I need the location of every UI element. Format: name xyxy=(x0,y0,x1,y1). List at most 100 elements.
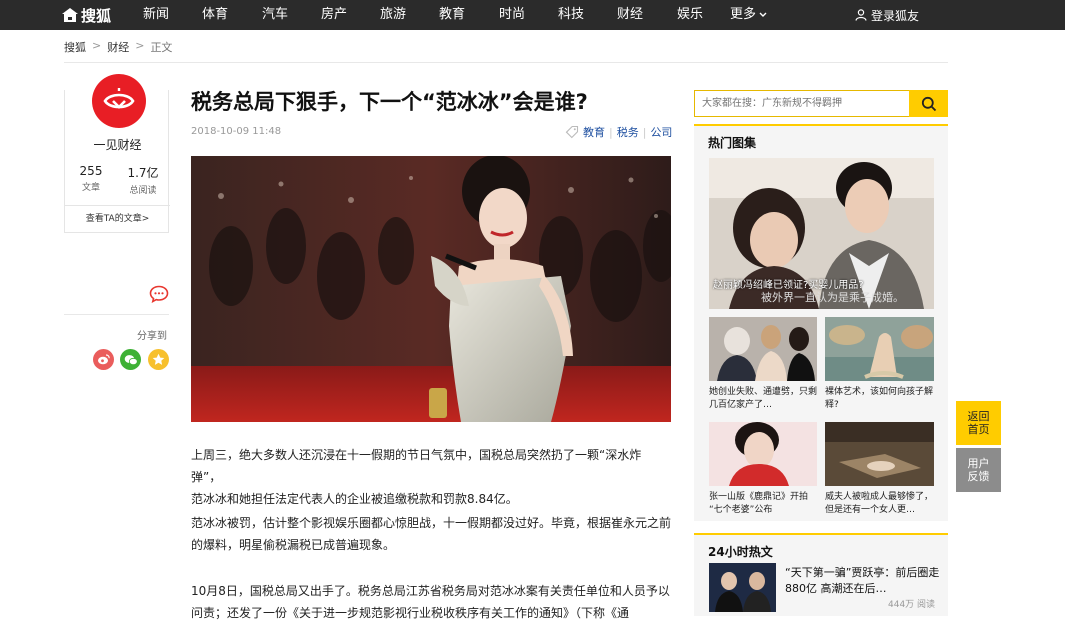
breadcrumb-separator: > xyxy=(92,39,102,52)
gallery-featured[interactable]: 赵丽颖冯绍峰已领证?买婴儿用品? 被外界一直认为是乘子成婚。 xyxy=(709,158,934,309)
hot-article-thumbnail[interactable] xyxy=(709,563,776,612)
tag-link[interactable]: 教育 xyxy=(583,124,605,140)
hot-gallery-title: 热门图集 xyxy=(708,136,757,150)
paragraph-line: 范冰冰被罚，估计整个影视娱乐圈都心惊胆战，十一假期都没过好。毕竟，根据崔永元之前 xyxy=(191,516,672,530)
article-tags: 教育 | 税务 | 公司 xyxy=(565,124,672,140)
article-paragraph: 10月8日，国税总局又出手了。税务总局江苏省税务局对范冰冰案有关责任单位和人员予… xyxy=(191,580,671,624)
view-author-articles-link[interactable]: 查看TA的文章> xyxy=(65,205,170,233)
comment-button[interactable] xyxy=(149,285,169,307)
caption-line: “七个老婆”公布 xyxy=(709,505,773,515)
back-to-home-label: 返回 首页 xyxy=(968,410,990,436)
share-weibo-button[interactable] xyxy=(93,349,114,370)
gallery-item-caption[interactable]: 威夫人被啦成人最够惨了， 但是还有一个女人更… xyxy=(825,491,935,517)
tag-link[interactable]: 税务 xyxy=(617,124,639,140)
gallery-item-caption[interactable]: 裸体艺术，该如何向孩子解 释? xyxy=(825,386,935,412)
divider xyxy=(64,62,948,63)
hot-article-reads: 444万 阅读 xyxy=(888,600,936,610)
paragraph-line: 问责；还发了一份《关于进一步规范影视行业税收秩序有关工作的通知》（下称《通 xyxy=(191,606,630,620)
avatar[interactable] xyxy=(92,74,146,128)
breadcrumb-current: 正文 xyxy=(150,41,173,54)
nav-item-news[interactable]: 新闻 xyxy=(143,0,169,30)
login-label: 登录狐友 xyxy=(871,8,920,23)
nav-item-more[interactable]: 更多 xyxy=(730,0,767,30)
eye-logo-icon xyxy=(103,88,135,109)
gallery-item-caption[interactable]: 她创业失败、通遭劈，只剩 几百亿家产了… xyxy=(709,386,819,412)
article-count-value: 255 xyxy=(79,164,103,178)
gallery-item[interactable] xyxy=(709,317,817,381)
nav-item-auto[interactable]: 汽车 xyxy=(262,0,288,30)
back-to-home-button[interactable]: 返回 首页 xyxy=(956,401,1001,445)
label-line: 首页 xyxy=(967,423,990,436)
gallery-item-image xyxy=(825,422,934,486)
login-link[interactable]: 登录狐友 xyxy=(855,0,919,30)
article-paragraph: 范冰冰被罚，估计整个影视娱乐圈都心惊胆战，十一假期都没过好。毕竟，根据崔永元之前… xyxy=(191,512,671,556)
share-label: 分享到 xyxy=(137,331,167,342)
author-name[interactable]: 一见财经 xyxy=(65,136,170,153)
title-line: 880亿 高潮还在后… xyxy=(785,582,887,595)
label-line: 用户 xyxy=(967,457,990,470)
label-line: 返回 xyxy=(967,410,990,423)
nav-more-label: 更多 xyxy=(730,7,757,22)
caption-line: 裸体艺术，该如何向孩子解 xyxy=(825,387,934,397)
article-paragraph: 上周三，绝大多数人还沉浸在十一假期的节日气氛中，国税总局突然扔了一颗“深水炸弹”… xyxy=(191,444,671,510)
tag-separator: | xyxy=(609,125,613,139)
caption-line: 她创业失败、通遭劈，只剩 xyxy=(709,387,818,397)
caption-line: 但是还有一个女人更… xyxy=(825,505,916,515)
gallery-item-image xyxy=(709,422,817,486)
article-title: 税务总局下狠手，下一个“范冰冰”会是谁? xyxy=(191,90,588,114)
feedback-button[interactable]: 用户 反馈 xyxy=(956,448,1001,492)
divider xyxy=(64,314,169,315)
hot-article-title[interactable]: “天下第一骗”贾跃亭：前后圈走 880亿 高潮还在后… xyxy=(785,565,945,597)
breadcrumb-finance[interactable]: 财经 xyxy=(107,39,129,55)
top-navigation: 搜狐 新闻 体育 汽车 房产 旅游 教育 时尚 科技 财经 娱乐 更多 登录狐友 xyxy=(0,0,1065,30)
logo-text: 搜狐 xyxy=(81,6,112,25)
nav-item-tech[interactable]: 科技 xyxy=(558,0,584,30)
gallery-item[interactable] xyxy=(825,317,934,381)
nav-item-finance[interactable]: 财经 xyxy=(617,0,643,30)
paragraph-line: 10月8日，国税总局又出手了。税务总局江苏省税务局对范冰冰案有关责任单位和人员予… xyxy=(191,584,670,598)
gallery-item-image xyxy=(825,317,934,381)
nav-item-sports[interactable]: 体育 xyxy=(202,0,228,30)
tag-separator: | xyxy=(642,125,647,139)
tag-link[interactable]: 公司 xyxy=(650,124,672,140)
caption-line: 释? xyxy=(825,400,839,410)
hot-gallery-panel: 热门图集 赵丽颖冯绍峰已领证?买婴儿用品? 被外界一直认为是乘子成婚。 她创业失… xyxy=(694,124,948,521)
article-photo xyxy=(191,156,671,422)
wechat-icon xyxy=(124,354,138,365)
qzone-icon xyxy=(152,353,165,365)
nav-item-travel[interactable]: 旅游 xyxy=(380,0,406,30)
sohu-logo-icon xyxy=(62,8,78,22)
paragraph-line: 的爆料，明星偷税漏税已成普遍现象。 xyxy=(191,538,396,552)
nav-item-education[interactable]: 教育 xyxy=(439,0,465,30)
view-count-value: 1.7亿 xyxy=(127,166,159,180)
gallery-item-caption[interactable]: 张一山版《鹿鼎记》开拍 “七个老婆”公布 xyxy=(709,491,819,517)
share-wechat-button[interactable] xyxy=(120,349,141,370)
nav-item-realestate[interactable]: 房产 xyxy=(321,0,347,30)
caption-line: 几百亿家产了… xyxy=(709,400,773,410)
paragraph-line: 上周三，绝大多数人还沉浸在十一假期的节日气氛中，国税总局突然扔了一颗“深水炸弹”… xyxy=(191,448,642,484)
author-card: 一见财经 255 文章 1.7亿 总阅读 查看TA的文章> xyxy=(64,74,170,233)
share-qzone-button[interactable] xyxy=(148,349,169,370)
search-box xyxy=(694,90,948,117)
gallery-item[interactable] xyxy=(825,422,934,486)
article-count-label: 文章 xyxy=(81,183,100,193)
hot-24h-title: 24小时热文 xyxy=(708,545,773,559)
hot-24h-panel: 24小时热文 “天下第一骗”贾跃亭：前后圈走 880亿 高潮还在后… 444万 … xyxy=(694,533,948,616)
gallery-featured-subtitle: 被外界一直认为是乘子成婚。 xyxy=(761,291,904,304)
caption-line: 威夫人被啦成人最够惨了， xyxy=(825,492,934,502)
feedback-label: 用户 反馈 xyxy=(968,457,990,483)
weibo-icon xyxy=(98,354,110,365)
breadcrumb-home[interactable]: 搜狐 xyxy=(64,39,86,55)
nav-item-entertainment[interactable]: 娱乐 xyxy=(677,0,703,30)
chevron-down-icon xyxy=(759,12,767,17)
article-count: 255 文章 xyxy=(65,164,117,193)
tag-icon xyxy=(565,125,579,139)
search-button[interactable] xyxy=(909,90,948,117)
publish-date: 2018-10-09 11:48 xyxy=(191,126,282,137)
gallery-item[interactable] xyxy=(709,422,817,486)
search-input[interactable] xyxy=(695,91,909,116)
breadcrumb-separator: > xyxy=(135,39,145,52)
nav-item-fashion[interactable]: 时尚 xyxy=(499,0,525,30)
sohu-logo[interactable]: 搜狐 xyxy=(62,0,111,30)
title-line: “天下第一骗”贾跃亭：前后圈走 xyxy=(785,566,940,579)
